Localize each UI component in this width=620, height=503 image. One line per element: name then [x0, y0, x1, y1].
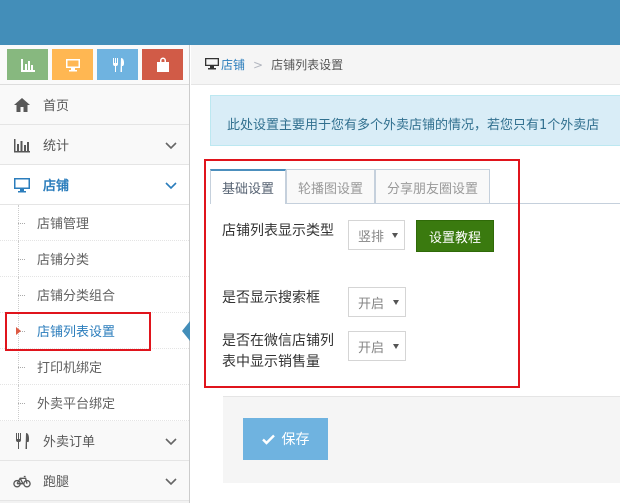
form-actions: 保存: [223, 396, 620, 483]
submenu-item-category-group[interactable]: 店铺分类组合: [0, 277, 189, 313]
caret-right-icon: [16, 327, 21, 335]
search-value: 开启: [358, 296, 385, 312]
sidebar-item-label: 首页: [43, 99, 70, 114]
shortcut-shop-button[interactable]: [142, 49, 183, 80]
check-icon: [261, 434, 275, 445]
sales-row: 是否在微信店铺列 表中显示销售量: [222, 331, 334, 373]
main-content: 店铺 > 店铺列表设置 此处设置主要用于您有多个外卖店铺的情况，若您只有1个外卖…: [191, 45, 620, 503]
store-submenu: 店铺管理 店铺分类 店铺分类组合 店铺列表设置 打印机绑定 外卖平台绑定: [0, 205, 190, 421]
sidebar: 首页 统计 店铺 店铺管理 店铺分类 店铺分类组合 店铺列表设置 打印机绑定 外…: [0, 45, 190, 503]
search-select[interactable]: 开启: [348, 287, 406, 317]
breadcrumb-store-link[interactable]: 店铺: [221, 56, 245, 73]
submenu-item-label: 外卖平台绑定: [37, 397, 116, 412]
top-navbar: [0, 0, 620, 45]
sidebar-item-label: 外卖订单: [43, 435, 96, 450]
sidebar-item-errand[interactable]: 跑腿: [0, 461, 189, 501]
submenu-item-label: 店铺管理: [37, 217, 90, 232]
sidebar-item-home[interactable]: 首页: [0, 85, 189, 125]
search-row: 是否显示搜索框: [222, 288, 320, 309]
shopping-bag-icon: [156, 57, 169, 72]
sidebar-item-label: 店铺: [43, 179, 70, 194]
sales-label-line2: 表中显示销售量: [222, 354, 320, 370]
caret-down-icon: [392, 233, 398, 238]
bicycle-icon: [11, 472, 33, 490]
breadcrumb: 店铺 > 店铺列表设置: [191, 45, 620, 85]
sidebar-shortcuts: [0, 45, 189, 85]
sidebar-item-label: 统计: [43, 139, 70, 154]
desktop-icon: [205, 57, 221, 72]
settings-tabs: 基础设置 轮播图设置 分享朋友圈设置: [210, 169, 491, 204]
shortcut-stats-button[interactable]: [7, 49, 48, 80]
sidebar-item-label: 跑腿: [43, 475, 70, 490]
tab-share-settings[interactable]: 分享朋友圈设置: [375, 169, 491, 204]
shortcut-store-button[interactable]: [52, 49, 93, 80]
search-label: 是否显示搜索框: [222, 290, 320, 306]
tutorial-button[interactable]: 设置教程: [416, 220, 494, 252]
save-button-label: 保存: [281, 432, 310, 448]
submenu-item-printer-binding[interactable]: 打印机绑定: [0, 349, 189, 385]
list-type-label: 店铺列表显示类型: [222, 223, 334, 239]
chart-icon: [20, 58, 35, 72]
save-button[interactable]: 保存: [243, 418, 328, 460]
submenu-item-platform-binding[interactable]: 外卖平台绑定: [0, 385, 189, 421]
info-alert: 此处设置主要用于您有多个外卖店铺的情况，若您只有1个外卖店: [210, 95, 620, 146]
chevron-down-icon: [165, 182, 177, 190]
sidebar-item-orders[interactable]: 外卖订单: [0, 421, 189, 461]
sidebar-item-store[interactable]: 店铺: [0, 165, 189, 205]
submenu-item-label: 打印机绑定: [37, 361, 103, 376]
home-icon: [11, 96, 33, 114]
chevron-down-icon: [165, 142, 177, 150]
submenu-item-label: 店铺分类: [37, 253, 90, 268]
submenu-item-store-management[interactable]: 店铺管理: [0, 205, 189, 241]
active-pointer: [182, 321, 190, 341]
tab-basic-settings[interactable]: 基础设置: [210, 169, 287, 204]
tab-carousel-settings[interactable]: 轮播图设置: [286, 169, 376, 204]
breadcrumb-separator-icon: >: [253, 57, 264, 72]
submenu-item-list-settings[interactable]: 店铺列表设置: [0, 313, 190, 349]
submenu-item-store-category[interactable]: 店铺分类: [0, 241, 189, 277]
utensils-icon: [11, 432, 33, 450]
list-type-value: 竖排: [358, 229, 385, 245]
caret-down-icon: [393, 344, 399, 349]
sales-select[interactable]: 开启: [348, 331, 406, 361]
chevron-down-icon: [165, 478, 177, 486]
sales-label-line1: 是否在微信店铺列: [222, 333, 334, 349]
list-type-row: 店铺列表显示类型: [222, 221, 334, 242]
desktop-icon: [65, 58, 80, 71]
shortcut-orders-button[interactable]: [97, 49, 138, 80]
alert-text: 此处设置主要用于您有多个外卖店铺的情况，若您只有1个外卖店: [227, 118, 600, 133]
sidebar-item-stats[interactable]: 统计: [0, 125, 189, 165]
desktop-icon: [11, 176, 33, 194]
bar-chart-icon: [11, 136, 33, 154]
submenu-item-label: 店铺分类组合: [37, 289, 116, 304]
breadcrumb-current: 店铺列表设置: [271, 58, 344, 72]
chevron-down-icon: [165, 438, 177, 446]
sales-value: 开启: [358, 340, 385, 356]
utensils-icon: [112, 57, 124, 72]
caret-down-icon: [393, 300, 399, 305]
submenu-item-label: 店铺列表设置: [37, 325, 116, 340]
list-type-select[interactable]: 竖排: [348, 220, 405, 250]
